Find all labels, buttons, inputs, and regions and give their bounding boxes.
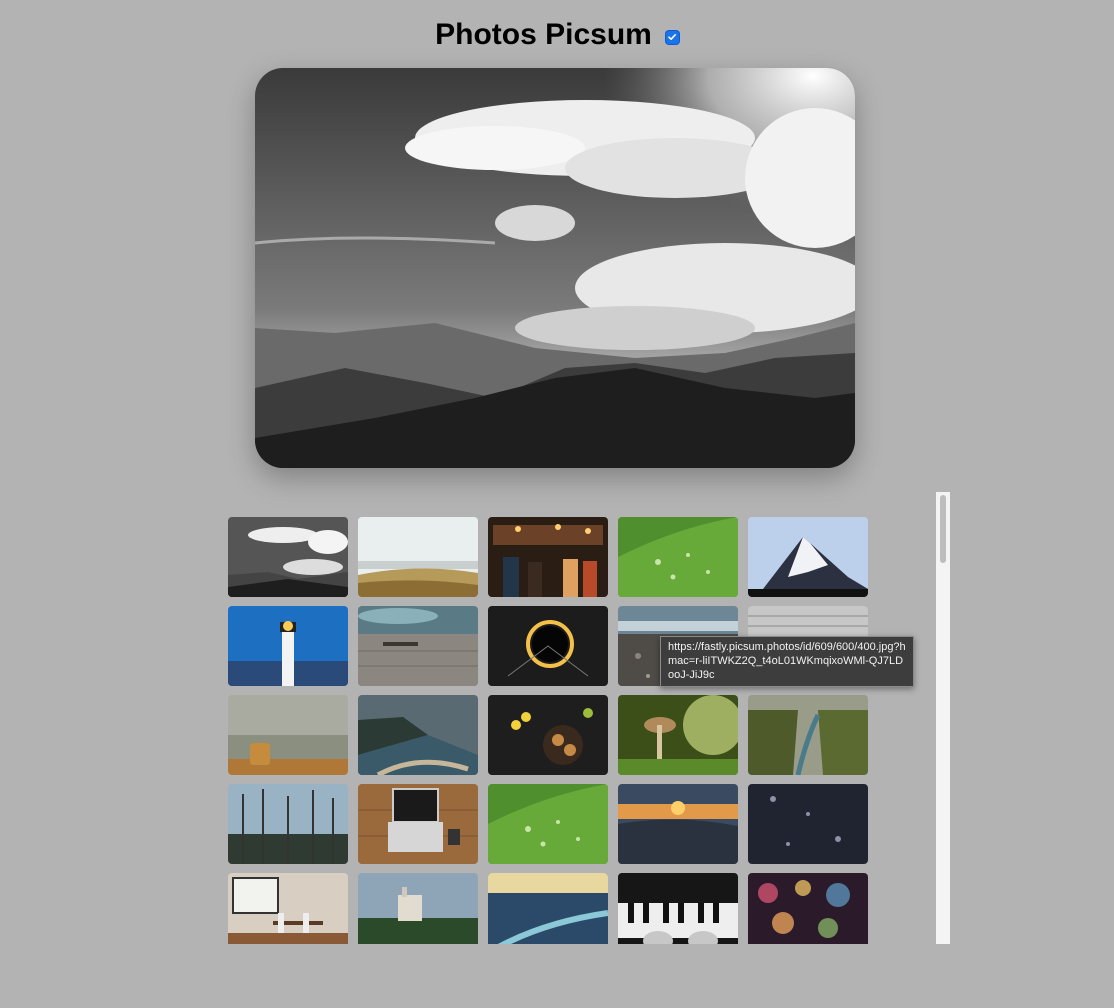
thumbnail[interactable] — [748, 873, 868, 944]
page-title: Photos Picsum — [435, 18, 652, 51]
thumbnail[interactable] — [228, 517, 348, 597]
light-ring-photo-icon — [488, 606, 608, 686]
bokeh-lights-photo-icon — [748, 873, 868, 944]
thumbnail[interactable] — [618, 784, 738, 864]
foggy-field-hay-bale-photo-icon — [228, 695, 348, 775]
thumbnail[interactable] — [228, 695, 348, 775]
wooden-pier-ocean-photo-icon — [358, 606, 478, 686]
thumbnail[interactable] — [358, 695, 478, 775]
piano-hands-photo-icon — [618, 873, 738, 944]
image-url-tooltip: https://fastly.picsum.photos/id/609/600/… — [660, 636, 914, 687]
green-leaf-droplets-photo-icon — [488, 784, 608, 864]
thumbnail[interactable] — [358, 784, 478, 864]
thumbnail[interactable] — [488, 695, 608, 775]
thumbnail[interactable] — [228, 606, 348, 686]
dining-room-photo-icon — [228, 873, 348, 944]
thumbnail[interactable] — [358, 517, 478, 597]
thumbnail[interactable] — [618, 517, 738, 597]
thumbnail[interactable] — [618, 695, 738, 775]
header: Photos Picsum — [0, 18, 1114, 52]
thumbnail[interactable] — [748, 784, 868, 864]
thumbnail[interactable] — [618, 873, 738, 944]
thumbnail[interactable] — [488, 517, 608, 597]
bw-clouds-mountains-photo-icon — [228, 517, 348, 597]
laptop-desk-photo-icon — [358, 784, 478, 864]
wet-glass-photo-icon — [748, 784, 868, 864]
coastal-cliffs-photo-icon — [358, 695, 478, 775]
main-photo[interactable] — [255, 68, 855, 468]
grayscale-checkbox[interactable] — [665, 30, 679, 44]
thumbnail[interactable] — [488, 873, 608, 944]
thumbnail[interactable] — [228, 784, 348, 864]
snowy-peak-photo-icon — [748, 517, 868, 597]
gallery-scrollbar[interactable] — [936, 492, 950, 944]
thumbnail[interactable] — [488, 606, 608, 686]
green-leaf-droplets-photo-icon — [618, 517, 738, 597]
river-valley-photo-icon — [488, 873, 608, 944]
mossy-canyon-photo-icon — [748, 695, 868, 775]
bare-forest-photo-icon — [228, 784, 348, 864]
scrollbar-thumb[interactable] — [940, 495, 946, 563]
thumbnail[interactable] — [748, 517, 868, 597]
crowded-bar-photo-icon — [488, 517, 608, 597]
dune-grass-photo-icon — [358, 517, 478, 597]
thumbnail-gallery[interactable] — [213, 492, 936, 944]
sunset-skatepark-photo-icon — [618, 784, 738, 864]
checkmark-icon — [668, 34, 677, 40]
thumbnail[interactable] — [228, 873, 348, 944]
thumbnail[interactable] — [488, 784, 608, 864]
mushroom-macro-photo-icon — [618, 695, 738, 775]
mountain-clouds-photo-icon — [255, 68, 855, 468]
castle-forest-photo-icon — [358, 873, 478, 944]
thumbnail[interactable] — [748, 695, 868, 775]
thumbnail[interactable] — [358, 873, 478, 944]
thumbnail[interactable] — [358, 606, 478, 686]
cookies-flowers-photo-icon — [488, 695, 608, 775]
lighthouse-night-photo-icon — [228, 606, 348, 686]
